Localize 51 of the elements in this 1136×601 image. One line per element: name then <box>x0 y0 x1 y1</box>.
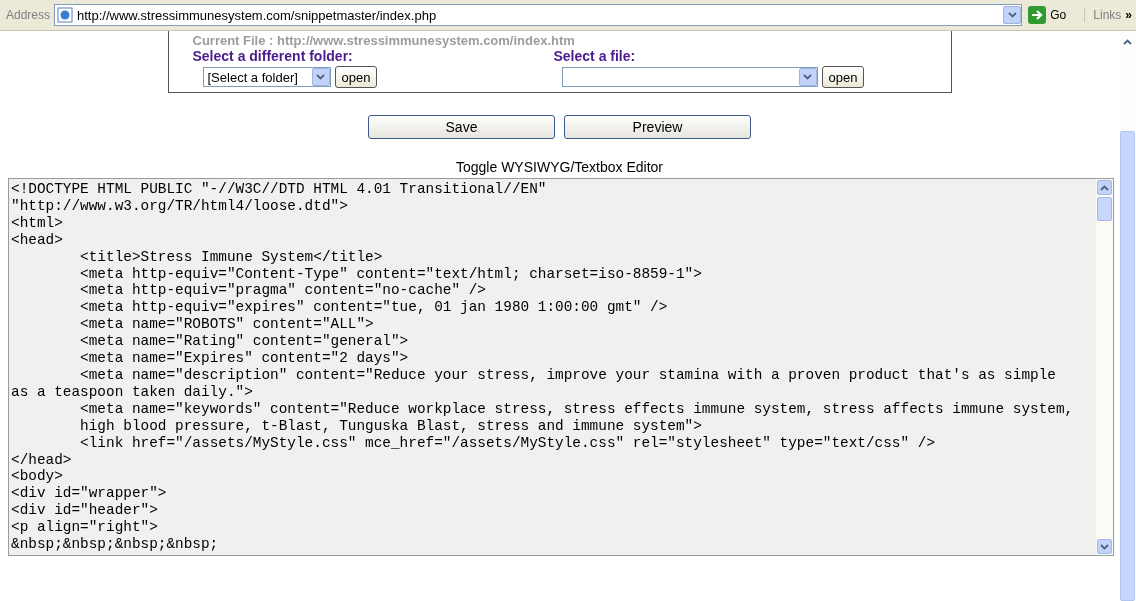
scroll-up-button[interactable] <box>1097 180 1112 195</box>
caret-icon <box>803 74 812 80</box>
folder-select[interactable]: [Select a folder] <box>202 67 331 87</box>
go-button[interactable]: Go <box>1026 6 1081 24</box>
page-icon <box>57 7 74 23</box>
open-file-button[interactable]: open <box>821 66 865 88</box>
scroll-up-icon <box>1123 39 1132 45</box>
code-line: &nbsp;&nbsp;&nbsp;&nbsp; <box>11 536 220 553</box>
code-line: <meta name="Expires" content="2 days"> <box>79 350 410 367</box>
code-line: <body> <box>11 468 64 486</box>
code-line: <meta name="ROBOTS" content="ALL"> <box>79 316 375 334</box>
code-line: high blood pressure, t-Blast, Tunguska Blast, stress and immune system"> <box>79 417 703 435</box>
code-line: <link href="/assets/MyStyle.css" mce_href="/assets/MyStyle.css" rel="stylesheet" type="text/css" /> <box>79 434 937 452</box>
code-line: as a teaspoon taken daily."> <box>11 383 254 401</box>
code-line: <div id="wrapper"> <box>11 485 168 503</box>
code-line: <meta http-equiv="Content-Type" content="text/html; charset=iso-8859-1"> <box>79 265 703 283</box>
address-field[interactable]: http://www.stressimmunesystem.com/snippetmaster/index.php <box>54 4 1023 26</box>
code-line: <div id="header"> <box>11 502 159 520</box>
code-line: <html> <box>11 214 64 232</box>
scroll-thumb[interactable] <box>1097 197 1112 221</box>
code-line: <head> <box>11 231 64 249</box>
code-line: <meta name="keywords" content="Reduce workplace stress, stress effects immune system, stress affects immune system, <box>79 400 1075 418</box>
code-line: </head> <box>11 451 73 469</box>
url-text: http://www.stressimmunesystem.com/snippetmaster/index.php <box>77 7 437 23</box>
code-editor[interactable] <box>8 178 1114 556</box>
code-line: <meta http-equiv="pragma" content="no-cache" /> <box>79 282 487 300</box>
code-line: "http://www.w3.org/TR/html4/loose.dtd"> <box>11 197 349 215</box>
dropdown-button[interactable] <box>1003 6 1022 24</box>
editor-scrollbar[interactable] <box>1096 179 1113 555</box>
scroll-down-button[interactable] <box>1097 539 1112 554</box>
code-line: <meta http-equiv="expires" content="tue, 01 jan 1980 1:00:00 gmt" /> <box>79 299 669 317</box>
page-scroll-thumb[interactable] <box>1120 131 1135 601</box>
code-line: <meta name="description" content="Reduce your stress, improve your stamina with a proven product that's as simple <box>79 366 1057 384</box>
code-line: <title>Stress Immune System</title> <box>79 248 384 266</box>
toggle-editor-link[interactable]: Toggle WYSIWYG/Textbox Editor <box>456 159 663 175</box>
open-folder-button[interactable]: open <box>334 66 378 88</box>
folder-label: Select a different folder: <box>192 48 354 64</box>
caret-icon <box>1100 184 1109 191</box>
preview-button[interactable]: Preview <box>564 115 751 139</box>
code-line: <meta name="Rating" content="general"> <box>79 333 410 351</box>
file-label: Select a file: <box>553 48 637 64</box>
caret-icon <box>1100 543 1109 550</box>
address-label: Address <box>6 8 51 22</box>
code-line: <p align="right"> <box>11 519 159 537</box>
code-line: <!DOCTYPE HTML PUBLIC "-//W3C//DTD HTML 4.01 Transitional//EN" <box>11 181 548 198</box>
more-chevron[interactable]: » <box>1125 8 1132 22</box>
file-select[interactable] <box>561 67 818 87</box>
current-file-text: Current File : http://www.stressimmunesystem.com/index.htm <box>192 33 575 48</box>
save-button[interactable]: Save <box>368 115 555 139</box>
caret-icon <box>1007 12 1017 18</box>
caret-icon <box>316 74 325 80</box>
